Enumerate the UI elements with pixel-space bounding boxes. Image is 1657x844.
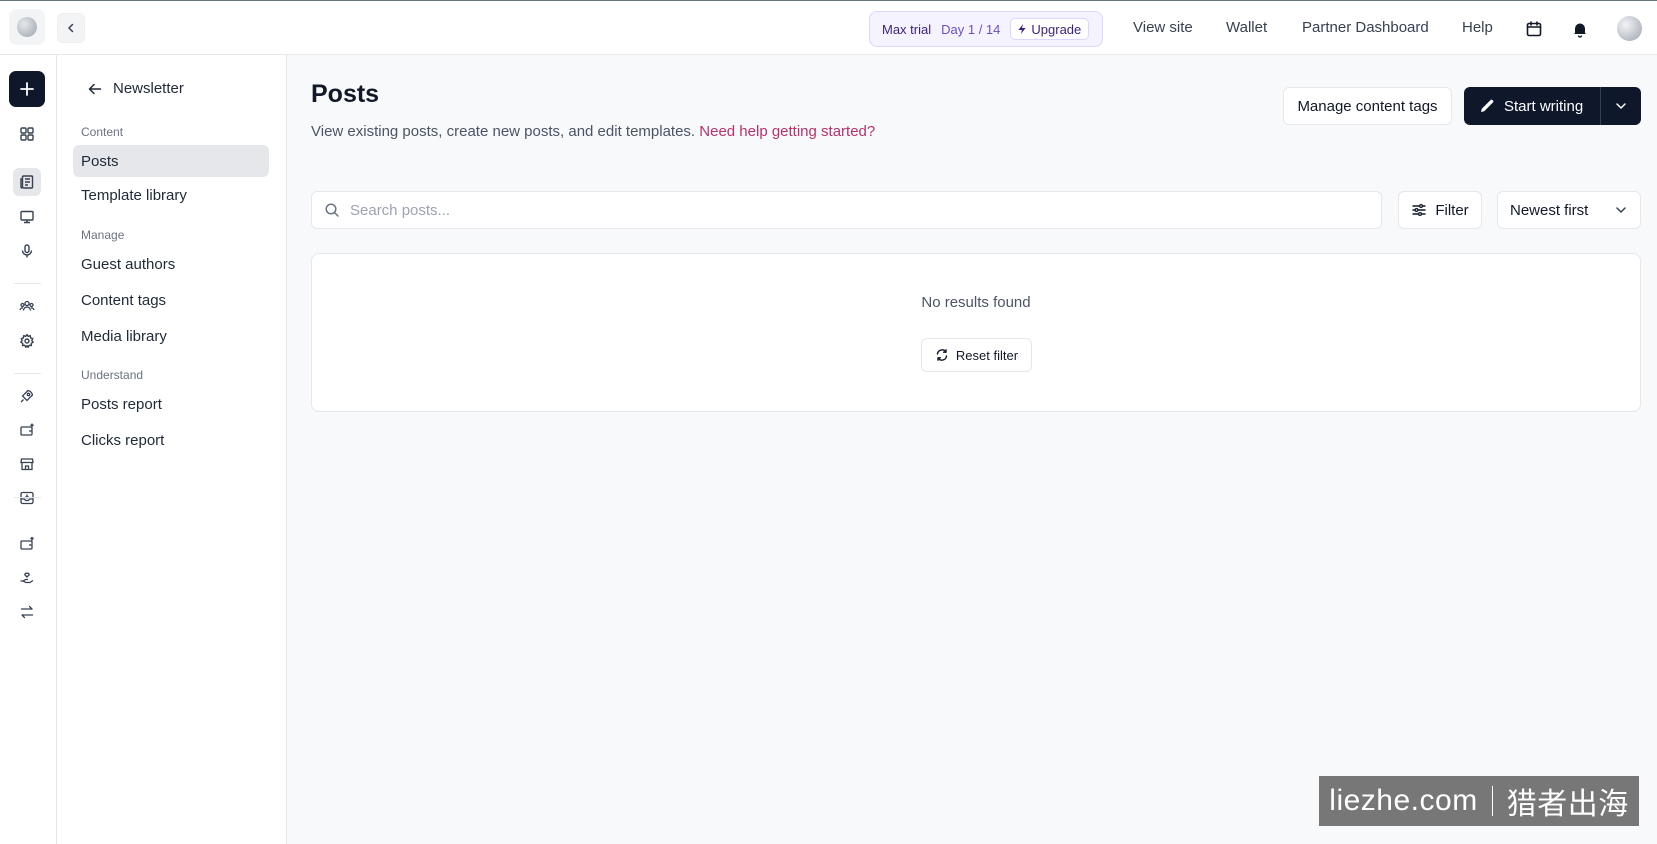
sliders-icon — [1412, 203, 1427, 217]
newspaper-icon — [20, 175, 34, 189]
grid-icon — [20, 127, 34, 141]
gear-icon — [20, 333, 34, 348]
rail-divider — [14, 283, 41, 284]
sidebar-item-guest-authors[interactable]: Guest authors — [73, 248, 269, 280]
chevron-down-icon — [1616, 207, 1626, 213]
watermark: liezhe.com 猎者出海 — [1319, 776, 1639, 826]
rail-divider — [14, 497, 41, 498]
inbox-download-icon — [20, 491, 34, 505]
main-content: Posts View existing posts, create new po… — [288, 55, 1657, 844]
plus-icon — [20, 82, 34, 96]
rail-integrations[interactable] — [13, 598, 41, 626]
rail-podcast[interactable] — [13, 237, 41, 265]
logo-avatar-icon — [17, 17, 37, 37]
filter-button[interactable]: Filter — [1398, 191, 1482, 229]
sidebar-item-content-tags[interactable]: Content tags — [73, 284, 269, 316]
trial-badge: Max trial Day 1 / 14 Upgrade — [869, 11, 1103, 47]
back-to-newsletter[interactable]: Newsletter — [87, 80, 184, 97]
wallet-plus-icon — [20, 423, 34, 436]
newsletter-sidebar: Newsletter Content Posts Template librar… — [57, 55, 287, 844]
chevron-down-icon — [1616, 103, 1626, 109]
rail-payouts[interactable] — [13, 530, 41, 558]
rail-newsletter[interactable] — [13, 168, 41, 196]
rail-inbox[interactable] — [13, 484, 41, 512]
watermark-left-text: liezhe.com — [1329, 784, 1478, 817]
pencil-icon — [1481, 99, 1494, 112]
arrow-left-icon — [88, 83, 102, 94]
top-bar: Max trial Day 1 / 14 Upgrade View site W… — [0, 0, 1657, 55]
upgrade-button[interactable]: Upgrade — [1010, 18, 1090, 40]
nav-partner-dashboard[interactable]: Partner Dashboard — [1302, 19, 1429, 36]
workspace-logo[interactable] — [9, 9, 45, 45]
help-link[interactable]: Need help getting started? — [699, 123, 875, 140]
nav-help[interactable]: Help — [1462, 19, 1493, 36]
upgrade-label: Upgrade — [1031, 21, 1082, 37]
search-icon — [325, 203, 339, 217]
calendar-icon — [1526, 21, 1542, 37]
reset-filter-button[interactable]: Reset filter — [921, 338, 1032, 372]
sidebar-item-media-library[interactable]: Media library — [73, 320, 269, 352]
rail-grow[interactable] — [13, 382, 41, 410]
section-label-content: Content — [81, 125, 124, 139]
nav-view-site[interactable]: View site — [1133, 19, 1193, 36]
rail-audience[interactable] — [13, 292, 41, 320]
sidebar-item-template-library[interactable]: Template library — [73, 179, 269, 211]
start-writing-button[interactable]: Start writing — [1464, 87, 1600, 125]
trial-label: Max trial — [882, 21, 932, 37]
watermark-divider — [1491, 786, 1493, 816]
collapse-sidebar-button[interactable] — [57, 13, 85, 43]
watermark-right-text: 猎者出海 — [1506, 788, 1629, 821]
trial-day: Day 1 / 14 — [941, 21, 1001, 37]
empty-state-message: No results found — [921, 294, 1031, 311]
sidebar-item-posts[interactable]: Posts — [73, 145, 269, 177]
chevron-left-icon — [68, 23, 74, 33]
section-label-manage: Manage — [81, 228, 125, 242]
posts-results-panel: No results found Reset filter — [311, 253, 1641, 412]
hand-heart-icon — [20, 572, 34, 584]
back-label: Newsletter — [113, 80, 184, 97]
store-icon — [20, 458, 34, 471]
sort-select[interactable]: Newest first — [1497, 191, 1641, 229]
refresh-icon — [936, 349, 948, 361]
users-icon — [19, 300, 35, 311]
section-label-understand: Understand — [81, 368, 144, 382]
reset-filter-label: Reset filter — [955, 347, 1019, 363]
manage-content-tags-button[interactable]: Manage content tags — [1283, 87, 1452, 125]
calendar-button[interactable] — [1523, 18, 1545, 40]
sidebar-item-posts-report[interactable]: Posts report — [73, 388, 269, 420]
search-input[interactable] — [350, 201, 1350, 219]
monitor-icon — [20, 210, 34, 224]
icon-rail — [0, 55, 57, 844]
wallet-upload-icon — [20, 536, 34, 550]
search-box — [311, 191, 1382, 229]
create-button[interactable] — [9, 71, 45, 107]
filter-label: Filter — [1435, 201, 1469, 219]
rail-dashboard[interactable] — [13, 120, 41, 148]
arrows-exchange-icon — [20, 605, 34, 619]
page-subtitle: View existing posts, create new posts, a… — [311, 123, 875, 140]
rail-monetize[interactable] — [13, 416, 41, 444]
rail-donations[interactable] — [13, 564, 41, 592]
rail-website[interactable] — [13, 203, 41, 231]
nav-wallet[interactable]: Wallet — [1226, 19, 1267, 36]
start-writing-dropdown-button[interactable] — [1601, 87, 1641, 125]
user-avatar[interactable] — [1617, 16, 1642, 41]
subtitle-text: View existing posts, create new posts, a… — [311, 123, 696, 140]
rail-settings[interactable] — [13, 327, 41, 355]
start-writing-label: Start writing — [1504, 97, 1584, 115]
start-writing-split-button: Start writing — [1464, 87, 1641, 125]
lightning-icon — [1018, 24, 1026, 34]
sidebar-item-clicks-report[interactable]: Clicks report — [73, 424, 269, 456]
page-title: Posts — [311, 80, 380, 108]
microphone-icon — [21, 244, 33, 258]
sort-value: Newest first — [1510, 201, 1589, 219]
rail-shop[interactable] — [13, 450, 41, 478]
bell-icon — [1574, 23, 1586, 38]
notifications-button[interactable] — [1569, 18, 1591, 40]
rocket-icon — [20, 389, 34, 403]
rail-divider — [14, 373, 41, 374]
